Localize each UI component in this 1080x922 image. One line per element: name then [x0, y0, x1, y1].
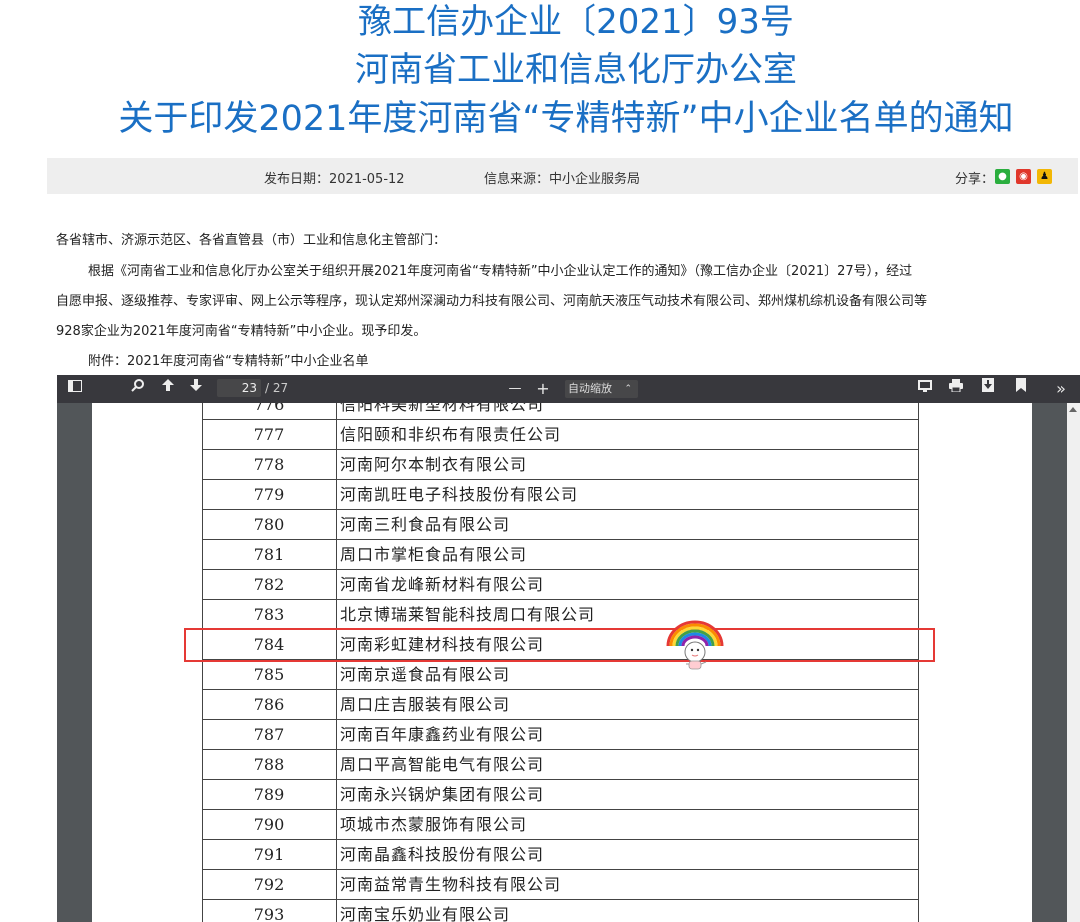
- row-number: 789: [253, 785, 285, 804]
- previous-page-icon[interactable]: [157, 375, 179, 403]
- company-name: 河南阿尔本制衣有限公司: [336, 450, 527, 480]
- print-icon[interactable]: [945, 375, 967, 403]
- company-name: 河南京遥食品有限公司: [336, 660, 510, 690]
- company-name: 信阳科美新型材料有限公司: [336, 403, 544, 420]
- row-number: 782: [253, 575, 285, 594]
- rainbow-sticker-icon: [666, 620, 724, 674]
- row-number: 780: [253, 515, 285, 534]
- share-label: 分享：: [955, 172, 995, 187]
- company-name: 周口市掌柜食品有限公司: [336, 540, 527, 570]
- table-row: 787 河南百年康鑫药业有限公司: [202, 719, 918, 750]
- table-row: 792 河南益常青生物科技有限公司: [202, 869, 918, 900]
- scroll-up-icon[interactable]: [1069, 407, 1077, 412]
- row-number: 777: [253, 425, 285, 444]
- tools-menu-button[interactable]: »: [1050, 375, 1072, 403]
- table-row: 778 河南阿尔本制衣有限公司: [202, 449, 918, 480]
- table-row: 782 河南省龙峰新材料有限公司: [202, 569, 918, 600]
- table-border-right: [918, 403, 919, 922]
- row-number: 776: [253, 403, 285, 414]
- row-number: 778: [253, 455, 285, 474]
- paragraph-line-3: 928家企业为2021年度河南省“专精特新”中小企业。现予印发。: [56, 324, 427, 339]
- company-name: 河南永兴锅炉集团有限公司: [336, 780, 544, 810]
- sidebar-toggle-icon[interactable]: [64, 375, 86, 403]
- highlight-box: [184, 628, 935, 662]
- presentation-mode-icon[interactable]: [914, 375, 936, 403]
- table-row: 786 周口庄吉服装有限公司: [202, 689, 918, 720]
- pdf-toolbar: 23 / 27 — + 自动缩放 ⌃ »: [57, 375, 1080, 403]
- company-name: 周口庄吉服装有限公司: [336, 690, 510, 720]
- paragraph-line-2: 自愿申报、逐级推荐、专家评审、网上公示等程序，现认定郑州深澜动力科技有限公司、河…: [56, 294, 928, 309]
- chevron-down-icon: ⌃: [624, 384, 632, 394]
- company-name: 河南三利食品有限公司: [336, 510, 510, 540]
- company-name: 周口平高智能电气有限公司: [336, 750, 544, 780]
- publish-date: 发布日期：2021-05-12: [264, 172, 405, 187]
- zoom-in-button[interactable]: +: [532, 375, 554, 403]
- table-row: 781 周口市掌柜食品有限公司: [202, 539, 918, 570]
- info-bar: 发布日期：2021-05-12 信息来源：中小企业服务局 分享： ● ◉ ♟: [47, 158, 1078, 194]
- row-number: 785: [253, 665, 285, 684]
- salutation: 各省辖市、济源示范区、各省直管县（市）工业和信息化主管部门：: [56, 233, 447, 248]
- company-name: 北京博瑞莱智能科技周口有限公司: [336, 600, 595, 630]
- row-number: 793: [253, 905, 285, 922]
- download-icon[interactable]: [977, 375, 999, 403]
- table-row: 783 北京博瑞莱智能科技周口有限公司: [202, 599, 918, 630]
- bookmark-icon[interactable]: [1010, 375, 1032, 403]
- company-name: 河南晶鑫科技股份有限公司: [336, 840, 544, 870]
- row-number: 786: [253, 695, 285, 714]
- paragraph-line-1: 根据《河南省工业和信息化厅办公室关于组织开展2021年度河南省“专精特新”中小企…: [88, 264, 913, 279]
- row-number: 779: [253, 485, 285, 504]
- row-number: 791: [253, 845, 285, 864]
- weibo-icon[interactable]: ◉: [1016, 169, 1031, 184]
- title-line-3: 关于印发2021年度河南省“专精特新”中小企业名单的通知: [118, 99, 1014, 139]
- company-name: 信阳颐和非织布有限责任公司: [336, 420, 561, 450]
- title-line-2: 河南省工业和信息化厅办公室: [355, 50, 797, 90]
- page-count: / 27: [265, 381, 289, 395]
- title-line-1: 豫工信办企业〔2021〕93号: [358, 2, 794, 42]
- table-border-left: [202, 403, 203, 922]
- table-row: 790 项城市杰蒙服饰有限公司: [202, 809, 918, 840]
- table-row: 789 河南永兴锅炉集团有限公司: [202, 779, 918, 810]
- company-name: 河南凯旺电子科技股份有限公司: [336, 480, 578, 510]
- company-name: 河南宝乐奶业有限公司: [336, 900, 510, 922]
- next-page-icon[interactable]: [185, 375, 207, 403]
- zoom-select-label: 自动缩放: [568, 382, 612, 395]
- table-row: 791 河南晶鑫科技股份有限公司: [202, 839, 918, 870]
- row-number: 790: [253, 815, 285, 834]
- attachment-label[interactable]: 附件：2021年度河南省“专精特新”中小企业名单: [88, 350, 369, 369]
- row-number: 792: [253, 875, 285, 894]
- row-number: 787: [253, 725, 285, 744]
- table-row: 776 信阳科美新型材料有限公司: [202, 403, 918, 420]
- search-icon[interactable]: [127, 375, 149, 403]
- zoom-out-button[interactable]: —: [504, 375, 526, 403]
- info-source: 信息来源：中小企业服务局: [484, 172, 641, 187]
- table-row: 779 河南凯旺电子科技股份有限公司: [202, 479, 918, 510]
- wechat-icon[interactable]: ●: [995, 169, 1010, 184]
- row-number: 788: [253, 755, 285, 774]
- table-row: 780 河南三利食品有限公司: [202, 509, 918, 540]
- table-row: 793 河南宝乐奶业有限公司: [202, 899, 918, 922]
- qq-icon[interactable]: ♟: [1037, 169, 1052, 184]
- page-number-input[interactable]: 23: [217, 379, 261, 397]
- row-number: 781: [253, 545, 285, 564]
- row-number: 783: [253, 605, 285, 624]
- table-row: 785 河南京遥食品有限公司: [202, 659, 918, 690]
- company-name: 河南益常青生物科技有限公司: [336, 870, 561, 900]
- scrollbar[interactable]: [1067, 403, 1080, 922]
- company-name: 项城市杰蒙服饰有限公司: [336, 810, 527, 840]
- pdf-page: 776 信阳科美新型材料有限公司 777 信阳颐和非织布有限责任公司 778 河南阿尔…: [92, 403, 1032, 922]
- zoom-select[interactable]: 自动缩放 ⌃: [565, 380, 638, 398]
- company-name: 河南省龙峰新材料有限公司: [336, 570, 544, 600]
- company-name: 河南百年康鑫药业有限公司: [336, 720, 544, 750]
- table-row: 788 周口平高智能电气有限公司: [202, 749, 918, 780]
- table-row: 777 信阳颐和非织布有限责任公司: [202, 419, 918, 450]
